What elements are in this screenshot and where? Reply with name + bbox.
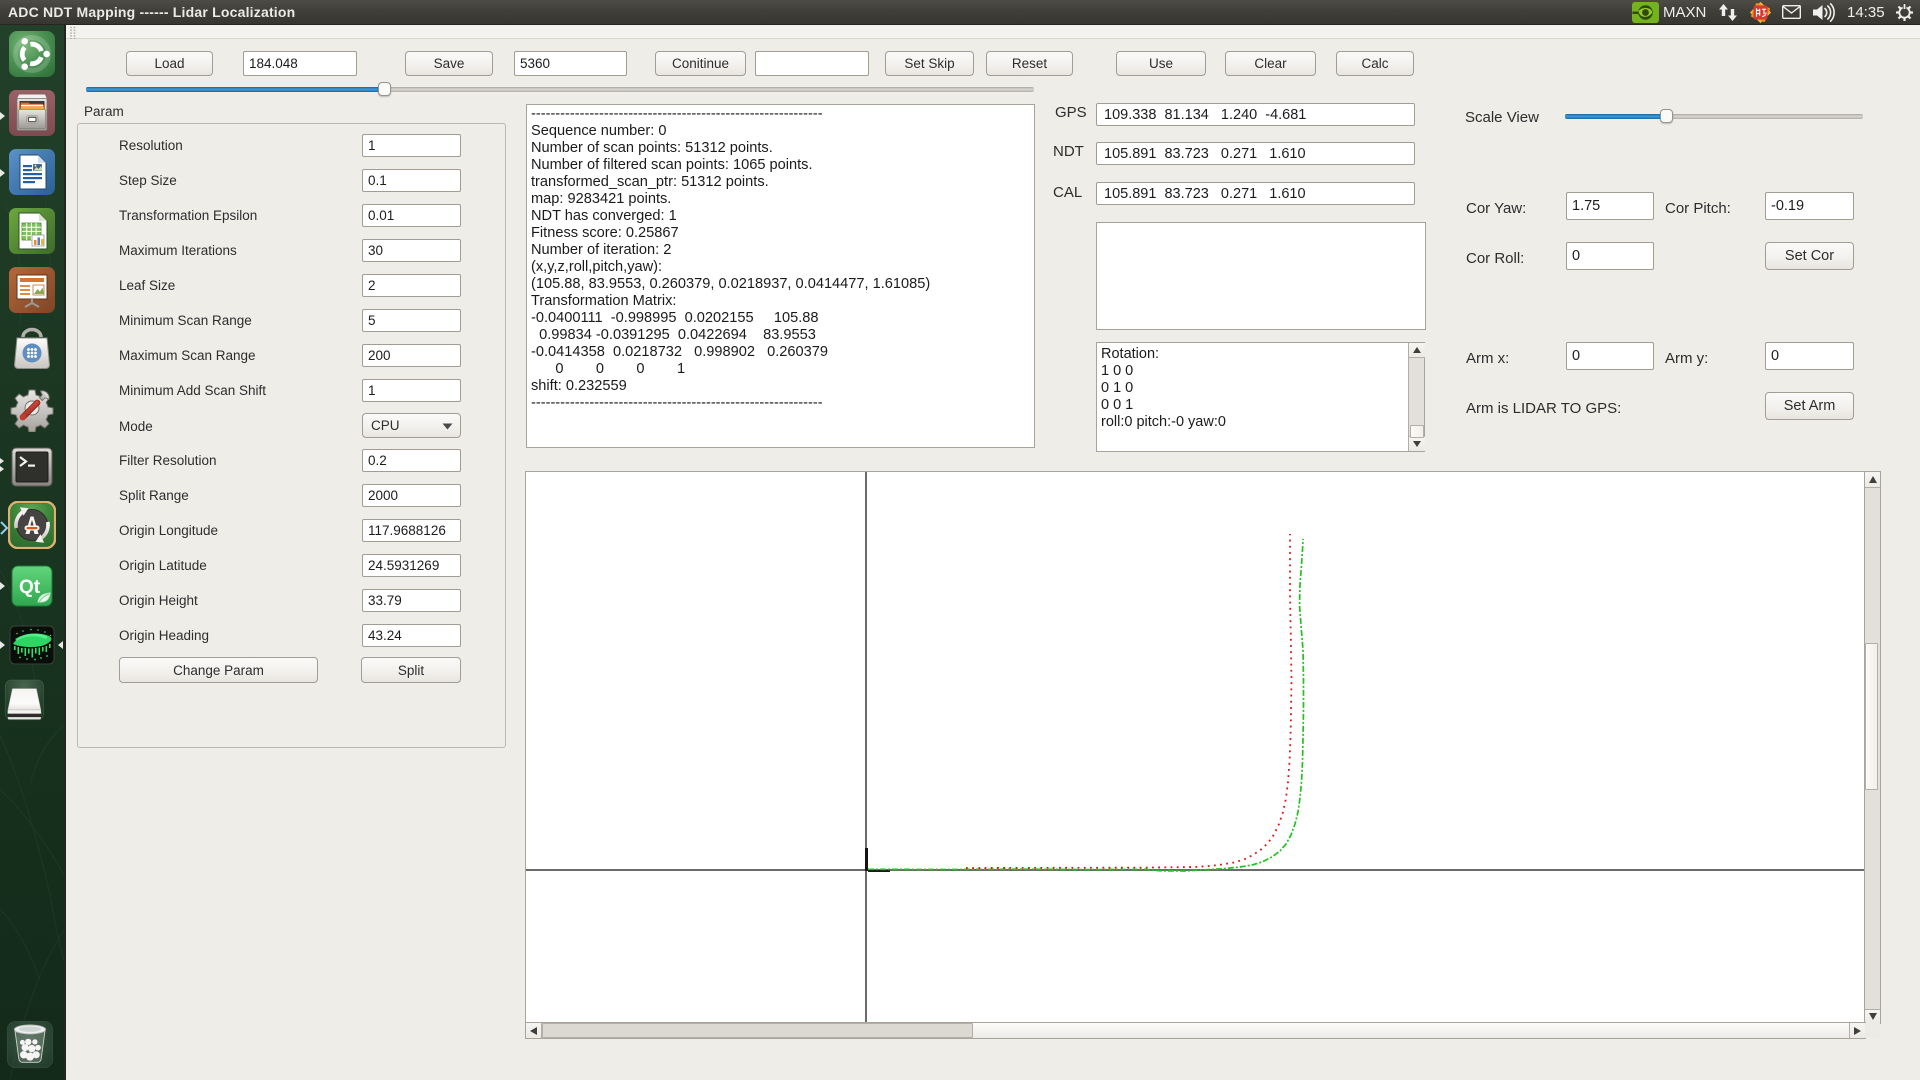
svg-text:Qt: Qt xyxy=(19,577,41,598)
